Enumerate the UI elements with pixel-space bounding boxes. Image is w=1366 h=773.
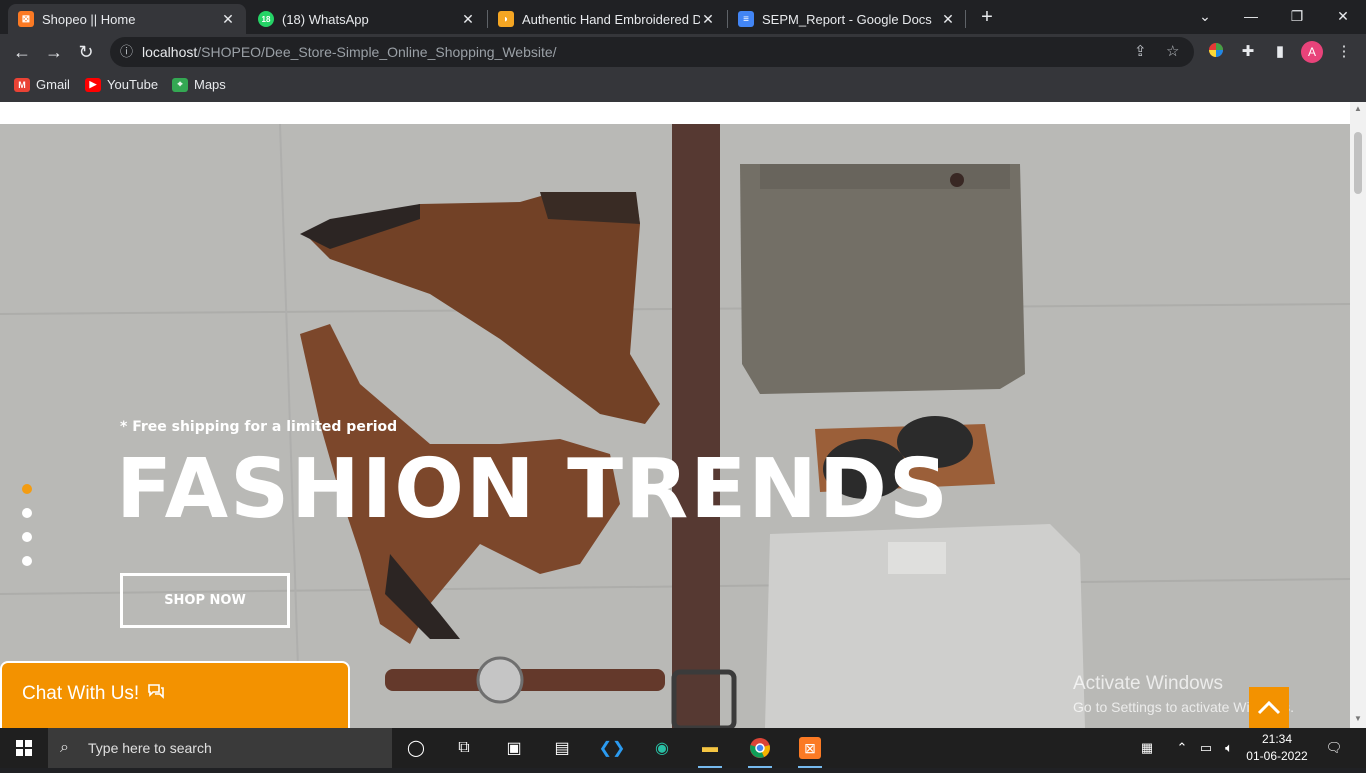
tab-separator (965, 10, 966, 28)
hero-headline: FASHION TRENDS (116, 442, 950, 537)
profile-avatar[interactable]: A (1301, 41, 1323, 63)
notifications-icon[interactable]: 🗨︎ (1318, 728, 1350, 768)
bookmark-label: Gmail (36, 77, 70, 92)
chat-bubble-icon (147, 683, 165, 704)
file-explorer-icon[interactable]: ▬ (694, 732, 726, 768)
site-info-icon[interactable]: ⓘ (120, 37, 133, 67)
restore-button[interactable]: ❐ (1274, 4, 1320, 28)
chat-with-us-button[interactable]: Chat With Us! (0, 661, 350, 728)
tab-title: SEPM_Report - Google Docs (762, 11, 932, 27)
promo-text: * Free shipping for a limited period (120, 419, 398, 435)
maps-icon: ⌖ (172, 77, 188, 92)
hero-slider: * Free shipping for a limited period FAS… (0, 124, 1350, 728)
scroll-down-arrow-icon[interactable]: ▼ (1354, 714, 1362, 723)
task-view-icon[interactable]: ⧉ (448, 732, 480, 764)
cortana-icon[interactable]: ◯ (400, 732, 432, 764)
scroll-up-arrow-icon[interactable]: ▲ (1354, 104, 1362, 113)
remote-desktop-icon[interactable]: ▤ (546, 732, 578, 764)
clock-date: 01-06-2022 (1246, 749, 1308, 763)
shop-now-button[interactable]: SHOP NOW (120, 573, 290, 628)
taskbar-search-box[interactable]: ⌕ Type here to search (48, 728, 392, 768)
start-button[interactable] (0, 728, 48, 768)
forward-arrow-icon[interactable]: → (42, 40, 66, 64)
site-icon: ◗ (498, 11, 514, 27)
browser-toolbar: ← → ↻ ⓘ localhost/SHOPEO/Dee_Store-Simpl… (0, 34, 1366, 70)
reload-icon[interactable]: ↻ (74, 40, 98, 64)
page-header-strip (0, 102, 1350, 124)
activate-windows-title: Activate Windows (1073, 673, 1223, 694)
close-tab-icon[interactable]: ✕ (700, 11, 716, 28)
new-tab-button[interactable]: + (976, 6, 998, 28)
battery-icon[interactable]: ▭ (1196, 728, 1216, 768)
close-tab-icon[interactable]: ✕ (220, 11, 236, 28)
youtube-icon: ▶ (85, 77, 101, 92)
tab-title: (18) WhatsApp (282, 11, 369, 27)
xampp-taskbar-icon[interactable]: ⊠ (794, 732, 826, 768)
page-scrollbar[interactable]: ▲ ▼ (1350, 102, 1366, 728)
url-path: /SHOPEO/Dee_Store-Simple_Online_Shopping… (197, 44, 557, 60)
color-extension-icon[interactable] (1206, 42, 1226, 62)
tab-authentic-hand-embroidered[interactable]: ◗ Authentic Hand Embroidered De ✕ (488, 4, 726, 34)
bookmark-label: Maps (194, 77, 226, 92)
control-panel-icon[interactable]: ▣ (498, 732, 530, 764)
close-tab-icon[interactable]: ✕ (460, 11, 476, 28)
tab-search-chevron-icon[interactable]: ⌄ (1182, 4, 1228, 28)
google-docs-icon: ≡ (738, 11, 754, 27)
search-placeholder: Type here to search (88, 740, 212, 756)
windows-taskbar: ⌕ Type here to search ◯ ⧉ ▣ ▤ ❮❯ ◉ ▬ ⊠ ▦… (0, 728, 1366, 768)
windows-logo-icon (16, 740, 32, 756)
bookmark-label: YouTube (107, 77, 159, 92)
side-panel-icon[interactable]: ▮ (1270, 42, 1290, 62)
news-widget-icon[interactable]: ▦ (1132, 728, 1162, 768)
chat-label: Chat With Us! (22, 683, 140, 704)
tab-title: Shopeo || Home (42, 11, 136, 27)
bookmark-gmail[interactable]: M Gmail (14, 77, 70, 92)
extensions-puzzle-icon[interactable]: ✚ (1238, 42, 1258, 62)
search-icon: ⌕ (60, 739, 69, 756)
volume-icon[interactable]: 🔈︎ (1218, 728, 1240, 768)
bookmarks-bar: M Gmail ▶ YouTube ⌖ Maps (0, 70, 1366, 102)
bookmark-star-icon[interactable]: ☆ (1166, 37, 1179, 67)
tab-shopeo-home[interactable]: ⊠ Shopeo || Home ✕ (8, 4, 246, 34)
tab-title: Authentic Hand Embroidered De (522, 11, 700, 27)
scrollbar-thumb[interactable] (1354, 132, 1362, 194)
vscode-icon[interactable]: ❮❯ (596, 732, 628, 764)
chrome-icon[interactable] (744, 732, 776, 768)
page-viewport: * Free shipping for a limited period FAS… (0, 102, 1350, 728)
close-window-button[interactable]: ✕ (1320, 4, 1366, 28)
slide-dot-1[interactable] (22, 484, 32, 494)
chevron-up-icon (1257, 700, 1281, 715)
taskbar-clock[interactable]: 21:34 01-06-2022 (1246, 731, 1308, 765)
url-host: localhost (142, 44, 198, 60)
more-menu-icon[interactable]: ⋮ (1334, 42, 1354, 62)
bookmark-maps[interactable]: ⌖ Maps (172, 77, 226, 92)
edge-icon[interactable]: ◉ (646, 732, 678, 764)
address-bar[interactable]: ⓘ localhost/SHOPEO/Dee_Store-Simple_Onli… (110, 37, 1194, 67)
slide-dot-4[interactable] (22, 556, 32, 566)
slide-dot-2[interactable] (22, 508, 32, 518)
back-to-top-button[interactable] (1249, 687, 1289, 728)
tab-strip: ⊠ Shopeo || Home ✕ 18 (18) WhatsApp ✕ ◗ … (0, 0, 1366, 34)
tab-google-docs[interactable]: ≡ SEPM_Report - Google Docs ✕ (728, 4, 966, 34)
tab-whatsapp[interactable]: 18 (18) WhatsApp ✕ (248, 4, 486, 34)
clock-time: 21:34 (1261, 732, 1293, 746)
back-arrow-icon[interactable]: ← (10, 40, 34, 64)
gmail-icon: M (14, 77, 30, 92)
share-icon[interactable]: ⇪ (1134, 37, 1147, 67)
slide-dot-3[interactable] (22, 532, 32, 542)
show-hidden-icons-chevron-icon[interactable]: ⌃ (1172, 728, 1192, 768)
minimize-button[interactable]: — (1228, 4, 1274, 28)
xampp-icon: ⊠ (18, 11, 34, 27)
close-tab-icon[interactable]: ✕ (940, 11, 956, 28)
bookmark-youtube[interactable]: ▶ YouTube (85, 77, 158, 92)
whatsapp-icon: 18 (258, 11, 274, 27)
